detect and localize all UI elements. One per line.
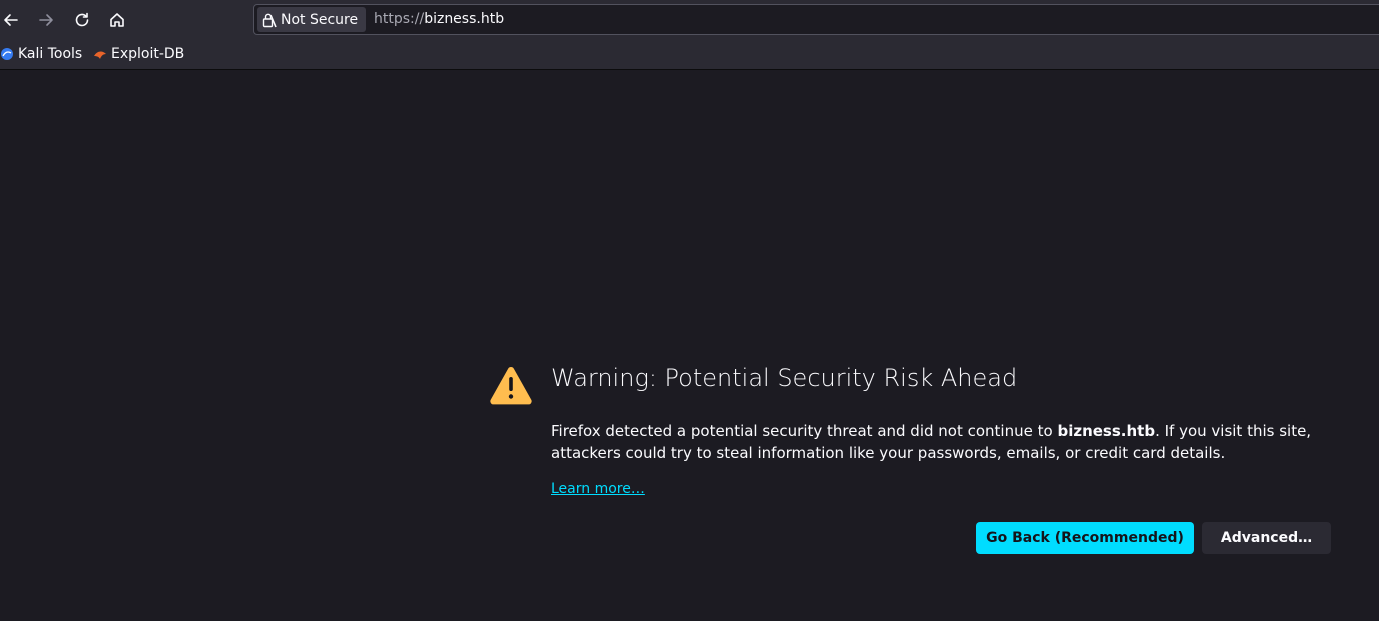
error-page: Warning: Potential Security Risk Ahead F…	[0, 71, 1379, 621]
url-host: bizness.htb	[424, 11, 505, 27]
bookmark-kali-tools[interactable]: Kali Tools	[0, 46, 82, 62]
not-secure-badge[interactable]: Not Secure	[257, 7, 367, 32]
bookmark-label: Exploit-DB	[111, 46, 185, 62]
reload-button[interactable]	[68, 6, 96, 34]
security-label: Not Secure	[281, 11, 359, 28]
advanced-button[interactable]: Advanced…	[1202, 522, 1331, 554]
reload-icon	[75, 12, 89, 27]
arrow-right-icon	[39, 14, 53, 26]
navigation-toolbar: Not Secure https://bizness.htb	[0, 0, 1379, 40]
exploit-db-icon	[94, 51, 106, 59]
bookmarks-toolbar: Kali Tools Exploit-DB	[0, 40, 1379, 70]
insecure-lock-icon	[262, 13, 277, 27]
url-text[interactable]: https://bizness.htb	[374, 11, 504, 27]
home-icon	[110, 13, 124, 27]
error-description: Firefox detected a potential security th…	[551, 420, 1331, 464]
go-back-button[interactable]: Go Back (Recommended)	[976, 522, 1194, 554]
back-button[interactable]	[0, 6, 25, 34]
description-host: bizness.htb	[1057, 422, 1156, 440]
bookmark-exploit-db[interactable]: Exploit-DB	[93, 46, 184, 62]
forward-button[interactable]	[32, 6, 60, 34]
url-scheme: https://	[374, 11, 425, 27]
home-button[interactable]	[103, 6, 131, 34]
arrow-left-icon	[4, 14, 18, 26]
warning-icon	[490, 366, 532, 405]
learn-more-link[interactable]: Learn more…	[551, 481, 645, 497]
page-title: Warning: Potential Security Risk Ahead	[551, 364, 1018, 392]
description-text: Firefox detected a potential security th…	[551, 422, 1058, 440]
url-bar[interactable]: Not Secure https://bizness.htb	[253, 4, 1379, 35]
bookmark-label: Kali Tools	[18, 46, 83, 62]
kali-icon	[1, 48, 13, 60]
